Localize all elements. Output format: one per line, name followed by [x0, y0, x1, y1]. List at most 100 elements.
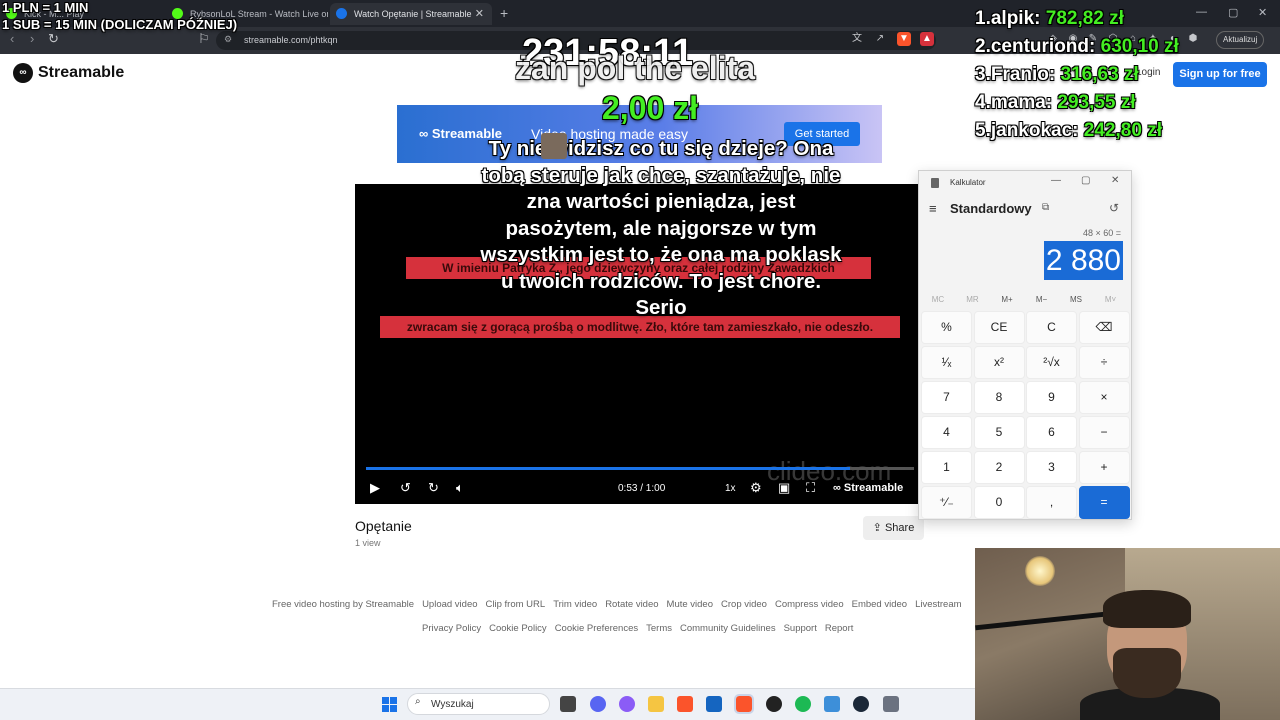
share-button[interactable]: ⇪ Share: [863, 516, 924, 540]
task-view-icon[interactable]: [560, 696, 576, 712]
footer-link[interactable]: Clip from URL: [486, 599, 546, 610]
calc-key[interactable]: +: [1078, 451, 1130, 484]
footer-link[interactable]: Mute video: [667, 599, 713, 610]
maximize-icon[interactable]: ▢: [1081, 175, 1090, 186]
calc-key[interactable]: 1: [921, 451, 972, 484]
footer-link[interactable]: Free video hosting by Streamable: [272, 599, 414, 610]
close-tab-icon[interactable]: ✕: [475, 7, 484, 20]
login-link[interactable]: Login: [1136, 67, 1160, 78]
calc-key[interactable]: −: [1078, 416, 1130, 449]
brave-shield-icon[interactable]: ▼: [897, 32, 911, 46]
calc-key[interactable]: ¹⁄ₓ: [921, 346, 972, 379]
footer-link[interactable]: Rotate video: [605, 599, 658, 610]
discord-icon[interactable]: [590, 696, 606, 712]
brave-icon[interactable]: [677, 696, 693, 712]
memory-button[interactable]: M+: [990, 295, 1024, 304]
calc-key[interactable]: %: [921, 311, 972, 344]
extensions-puzzle-icon[interactable]: ⬢: [1186, 32, 1200, 46]
calc-key[interactable]: 9: [1026, 381, 1077, 414]
calc-key[interactable]: ,: [1026, 486, 1077, 519]
calc-key[interactable]: 5: [973, 416, 1025, 449]
hamburger-menu-icon[interactable]: ≡: [929, 201, 937, 216]
signup-button[interactable]: Sign up for free: [1173, 62, 1267, 87]
play-icon[interactable]: ▶: [370, 480, 380, 496]
footer-link[interactable]: Livestream: [915, 599, 961, 610]
store-icon[interactable]: [706, 696, 722, 712]
footer-link[interactable]: Cookie Preferences: [555, 623, 638, 634]
fullscreen-icon[interactable]: ⛶: [806, 480, 815, 496]
calc-key[interactable]: ×: [1078, 381, 1130, 414]
calc-key[interactable]: 6: [1026, 416, 1077, 449]
calc-key[interactable]: 0: [973, 486, 1025, 519]
forward-icon[interactable]: ›: [30, 31, 34, 46]
memory-button[interactable]: M˅: [1094, 295, 1128, 304]
close-icon[interactable]: ✕: [1111, 175, 1119, 186]
calc-key[interactable]: 2: [973, 451, 1025, 484]
reload-icon[interactable]: ↻: [48, 31, 59, 47]
volume-icon[interactable]: 🔈︎: [456, 480, 464, 496]
calculator-taskbar-icon[interactable]: [883, 696, 899, 712]
obs-icon[interactable]: [766, 696, 782, 712]
footer-link[interactable]: Privacy Policy: [422, 623, 481, 634]
calc-key[interactable]: ÷: [1078, 346, 1130, 379]
logo-text: Streamable: [38, 64, 125, 81]
calc-key[interactable]: C: [1026, 311, 1077, 344]
site-info-icon[interactable]: ⚙: [224, 34, 232, 45]
tab-streamable[interactable]: Watch Opętanie | Streamable ✕: [330, 3, 492, 25]
new-tab-icon[interactable]: +: [500, 5, 508, 21]
maximize-icon[interactable]: ▢: [1228, 6, 1238, 19]
footer-link[interactable]: Terms: [646, 623, 672, 634]
calc-key[interactable]: ⁺⁄₋: [921, 486, 972, 519]
calc-key[interactable]: =: [1078, 486, 1130, 519]
calc-key[interactable]: 8: [973, 381, 1025, 414]
spotify-icon[interactable]: [795, 696, 811, 712]
minimize-icon[interactable]: —: [1196, 6, 1207, 18]
settings-gear-icon[interactable]: ⚙: [750, 480, 762, 496]
share-page-icon[interactable]: ↗: [873, 32, 887, 46]
minimize-icon[interactable]: —: [1051, 175, 1061, 186]
footer-link[interactable]: Report: [825, 623, 854, 634]
rewind-icon[interactable]: ↺: [400, 480, 411, 496]
steam-icon[interactable]: [853, 696, 869, 712]
back-icon[interactable]: ‹: [10, 31, 14, 46]
translate-icon[interactable]: 文: [850, 32, 864, 46]
memory-button[interactable]: MC: [921, 295, 955, 304]
memory-button[interactable]: M−: [1025, 295, 1059, 304]
calc-key[interactable]: CE: [973, 311, 1025, 344]
footer-link[interactable]: Support: [784, 623, 817, 634]
footer-link[interactable]: Cookie Policy: [489, 623, 547, 634]
footer-link[interactable]: Crop video: [721, 599, 767, 610]
footer-link[interactable]: Compress video: [775, 599, 844, 610]
update-button[interactable]: Aktualizuj: [1216, 31, 1265, 49]
calc-key[interactable]: ⌫: [1078, 311, 1130, 344]
close-window-icon[interactable]: ✕: [1258, 6, 1267, 19]
calc-key[interactable]: x²: [973, 346, 1025, 379]
app-icon[interactable]: [824, 696, 840, 712]
calc-key[interactable]: ²√x: [1026, 346, 1077, 379]
brave-rewards-icon[interactable]: ▲: [920, 32, 934, 46]
copilot-icon[interactable]: [619, 696, 635, 712]
footer-link[interactable]: Trim video: [553, 599, 597, 610]
streamable-logo[interactable]: ∞ Streamable: [13, 63, 124, 83]
bookmark-icon[interactable]: ⚐: [198, 31, 210, 47]
memory-button[interactable]: MR: [956, 295, 990, 304]
calc-key[interactable]: 4: [921, 416, 972, 449]
windows-start-icon[interactable]: [382, 697, 397, 712]
player-brand[interactable]: ∞ Streamable: [833, 482, 903, 494]
seek-bar[interactable]: [366, 467, 914, 470]
leaderboard-rank: 3.: [975, 64, 991, 85]
calc-key[interactable]: 7: [921, 381, 972, 414]
calc-key[interactable]: 3: [1026, 451, 1077, 484]
memory-button[interactable]: MS: [1059, 295, 1093, 304]
brave-active-icon[interactable]: [734, 694, 754, 714]
keep-on-top-icon[interactable]: ⧉: [1042, 202, 1049, 213]
forward-skip-icon[interactable]: ↻: [428, 480, 439, 496]
footer-link[interactable]: Community Guidelines: [680, 623, 776, 634]
footer-link[interactable]: Embed video: [852, 599, 907, 610]
history-icon[interactable]: ↺: [1109, 201, 1119, 215]
playback-speed-button[interactable]: 1x: [725, 483, 736, 494]
file-explorer-icon[interactable]: [648, 696, 664, 712]
taskbar-search[interactable]: Wyszukaj: [407, 693, 550, 715]
picture-in-picture-icon[interactable]: ▣: [778, 480, 790, 496]
footer-link[interactable]: Upload video: [422, 599, 477, 610]
